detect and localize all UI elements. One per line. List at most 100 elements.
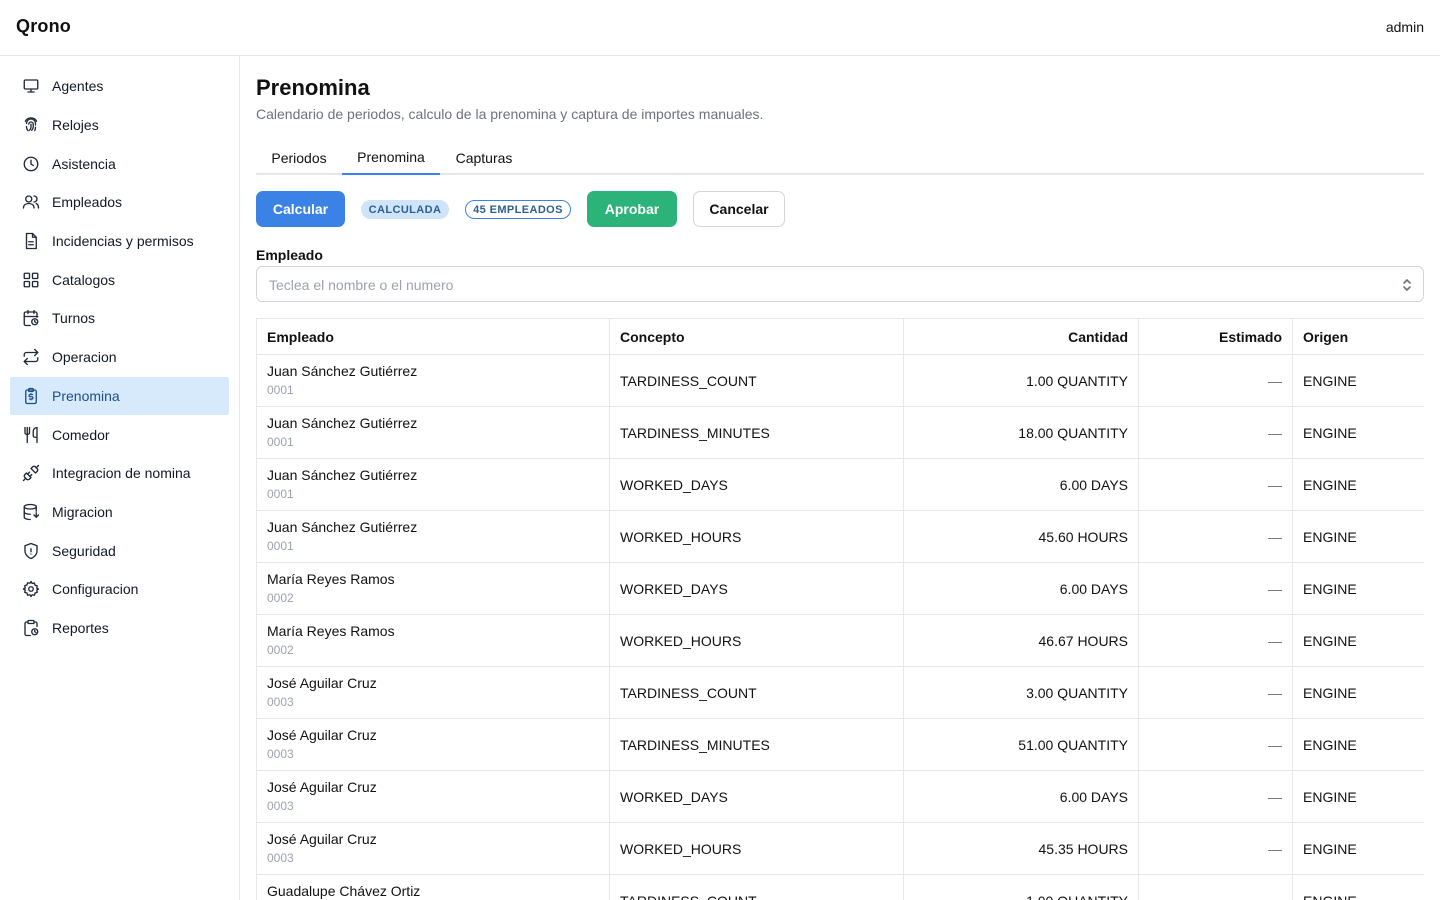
sidebar-item-reportes[interactable]: Reportes [10,609,229,648]
grid-icon [22,271,40,289]
concept-cell: TARDINESS_MINUTES [609,406,904,459]
sidebar-item-label: Integracion de nomina [52,465,191,482]
origin-cell: ENGINE [1292,458,1424,511]
table-row[interactable]: Juan Sánchez Gutiérrez 0001 WORKED_DAYS 6.0… [256,458,1424,511]
column-header-cantidad[interactable]: Cantidad [903,318,1139,355]
tab-capturas[interactable]: Capturas [440,141,528,175]
sidebar-item-label: Operacion [52,349,117,366]
sidebar-item-prenomina[interactable]: Prenomina [10,376,229,416]
sidebar-item-comedor[interactable]: Comedor [10,415,229,454]
column-header-estimado[interactable]: Estimado [1138,318,1293,355]
employee-cell: Juan Sánchez Gutiérrez 0001 [256,354,610,407]
employee-code: 0001 [267,538,294,553]
fingerprint-icon [22,116,40,134]
sidebar-item-agentes[interactable]: Agentes [10,67,229,106]
page-subtitle: Calendario de periodos, calculo de la pr… [256,106,764,122]
status-badge: CALCULADA [361,200,449,219]
column-header-origen[interactable]: Origen [1292,318,1424,355]
estimated-cell: — [1138,354,1293,407]
tab-prenomina[interactable]: Prenomina [342,141,440,175]
quantity-cell: 6.00 DAYS [903,458,1139,511]
sidebar-item-turnos[interactable]: Turnos [10,299,229,338]
concept-cell: TARDINESS_MINUTES [609,718,904,771]
sidebar-item-label: Prenomina [52,387,120,404]
table-row[interactable]: José Aguilar Cruz 0003 WORKED_HOURS 45.35 H… [256,822,1424,875]
table-row[interactable]: Juan Sánchez Gutiérrez 0001 TARDINESS_COUN… [256,354,1424,407]
employee-field-label: Empleado [256,247,323,263]
employee-cell: Juan Sánchez Gutiérrez 0001 [256,406,610,459]
table-row[interactable]: María Reyes Ramos 0002 WORKED_HOURS 46.67 H… [256,614,1424,667]
employee-cell: Guadalupe Chávez Ortiz0004 [256,874,610,900]
estimated-cell: — [1138,510,1293,563]
sidebar-item-label: Relojes [52,117,99,134]
plug-icon [22,464,40,482]
origin-cell: ENGINE [1292,354,1424,407]
sidebar-item-label: Catalogos [52,271,116,288]
origin-cell: ENGINE [1292,666,1424,719]
table-row[interactable]: Guadalupe Chávez Ortiz0004TARDINESS_COUN… [256,874,1424,900]
quantity-cell: 18.00 QUANTITY [903,406,1139,459]
table-body: Juan Sánchez Gutiérrez 0001 TARDINESS_COUN… [256,354,1424,900]
employee-cell: José Aguilar Cruz 0003 [256,770,610,823]
approve-button[interactable]: Aprobar [587,191,677,227]
employee-code: 0003 [267,798,294,813]
sidebar-item-label: Migracion [52,503,113,520]
monitor-icon [22,77,40,95]
column-header-concepto[interactable]: Concepto [609,318,904,355]
employee-name: José Aguilar Cruz [267,778,377,795]
sidebar-item-incidencias[interactable]: Incidencias y permisos [10,222,229,261]
table-row[interactable]: Juan Sánchez Gutiérrez 0001 WORKED_HOURS 45… [256,510,1424,563]
column-header-empleado[interactable]: Empleado [256,318,610,355]
origin-cell: ENGINE [1292,614,1424,667]
quantity-cell: 51.00 QUANTITY [903,718,1139,771]
employee-name: Guadalupe Chávez Ortiz [267,882,421,899]
concept-cell: TARDINESS_COUNT [609,354,904,407]
table-row[interactable]: José Aguilar Cruz 0003 WORKED_DAYS 6.00 DAY… [256,770,1424,823]
employee-code: 0001 [267,486,294,501]
calculate-button[interactable]: Calcular [256,191,345,227]
table-row[interactable]: Juan Sánchez Gutiérrez 0001 TARDINESS_MINU… [256,406,1424,459]
employee-cell: José Aguilar Cruz 0003 [256,666,610,719]
table-row[interactable]: José Aguilar Cruz 0003 TARDINESS_COUNT 3.00… [256,666,1424,719]
sidebar-item-label: Reportes [52,619,109,636]
sidebar-item-relojes[interactable]: Relojes [10,106,229,145]
origin-cell: ENGINE [1292,562,1424,615]
employee-name: María Reyes Ramos [267,622,395,639]
chevron-up-down-icon[interactable] [1401,277,1413,293]
sidebar-item-configuracion[interactable]: Configuracion [10,570,229,609]
shield-icon [22,542,40,560]
employee-cell: José Aguilar Cruz 0003 [256,822,610,875]
sidebar-item-empleados[interactable]: Empleados [10,183,229,222]
estimated-cell: — [1138,770,1293,823]
tab-periodos[interactable]: Periodos [256,141,342,175]
employee-search-input[interactable] [269,275,1369,295]
employee-cell: María Reyes Ramos 0002 [256,562,610,615]
employee-cell: Juan Sánchez Gutiérrez 0001 [256,458,610,511]
estimated-cell: — [1138,822,1293,875]
table-row[interactable]: María Reyes Ramos 0002 WORKED_DAYS 6.00 DAY… [256,562,1424,615]
user-menu[interactable]: admin [1386,19,1424,35]
sidebar-item-asistencia[interactable]: Asistencia [10,144,229,183]
estimated-cell: — [1138,562,1293,615]
employee-name: José Aguilar Cruz [267,726,377,743]
sidebar-item-seguridad[interactable]: Seguridad [10,531,229,570]
concept-cell: WORKED_DAYS [609,562,904,615]
app-logo[interactable]: Qrono [16,16,71,37]
sidebar-item-migracion[interactable]: Migracion [10,493,229,532]
users-icon [22,193,40,211]
sidebar-item-label: Incidencias y permisos [52,233,194,250]
employee-code: 0002 [267,590,294,605]
table-row[interactable]: José Aguilar Cruz 0003 TARDINESS_MINUTES 51… [256,718,1424,771]
employee-select[interactable] [256,266,1424,302]
employee-name: José Aguilar Cruz [267,830,377,847]
employee-cell: María Reyes Ramos 0002 [256,614,610,667]
employee-name: Juan Sánchez Gutiérrez [267,466,418,483]
estimated-cell: — [1138,874,1293,900]
origin-cell: ENGINE [1292,718,1424,771]
cancel-button[interactable]: Cancelar [693,191,785,227]
employee-cell: Juan Sánchez Gutiérrez 0001 [256,510,610,563]
sidebar-item-catalogos[interactable]: Catalogos [10,260,229,299]
sidebar-item-integracion[interactable]: Integracion de nomina [10,454,229,493]
sidebar-item-operacion[interactable]: Operacion [10,338,229,377]
concept-cell: WORKED_HOURS [609,614,904,667]
